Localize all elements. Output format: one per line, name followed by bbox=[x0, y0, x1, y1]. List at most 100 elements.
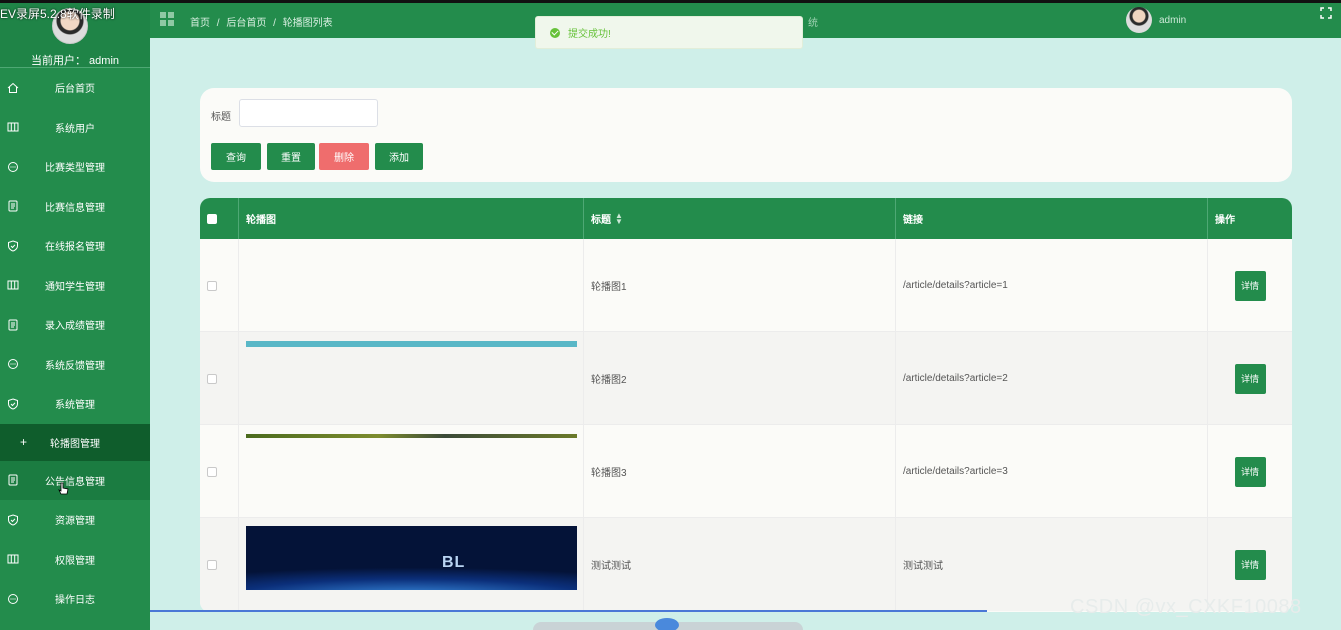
sidebar-item-system-users[interactable]: 系统用户 bbox=[0, 108, 150, 148]
row-select-cell bbox=[200, 332, 239, 425]
row-title: 轮播图1 bbox=[584, 239, 896, 332]
sidebar-item-match-types[interactable]: 比赛类型管理 bbox=[0, 147, 150, 187]
sidebar-item-label: 操作日志 bbox=[55, 595, 95, 607]
reset-button[interactable]: 重置 bbox=[267, 143, 315, 170]
table-row: 轮播图3 /article/details?article=3 详情 bbox=[200, 425, 1292, 518]
sidebar-item-label: 系统用户 bbox=[55, 123, 95, 135]
sidebar-item-label: 后台首页 bbox=[55, 84, 95, 96]
toast-message: 提交成功! bbox=[568, 29, 611, 40]
maximize-icon[interactable] bbox=[1319, 6, 1333, 20]
breadcrumb-home[interactable]: 首页 bbox=[190, 18, 210, 29]
header-username[interactable]: admin bbox=[1159, 15, 1186, 26]
sidebar-item-label: 系统反馈管理 bbox=[45, 360, 105, 372]
sidebar-item-registration[interactable]: 在线报名管理 bbox=[0, 226, 150, 266]
sidebar-item-label: 公告信息管理 bbox=[45, 476, 105, 488]
home-icon bbox=[7, 82, 19, 93]
row-checkbox[interactable] bbox=[207, 466, 217, 477]
detail-button[interactable]: 详情 bbox=[1234, 549, 1266, 580]
plus-icon: + bbox=[20, 435, 28, 449]
column-link: 链接 bbox=[896, 198, 1208, 239]
sidebar-item-resources[interactable]: 资源管理 bbox=[0, 500, 150, 540]
sidebar-item-scores[interactable]: 录入成绩管理 bbox=[0, 305, 150, 345]
carousel-image-cell bbox=[239, 239, 584, 332]
sidebar-item-carousel[interactable]: + 轮播图管理 bbox=[0, 423, 150, 461]
row-checkbox[interactable] bbox=[207, 559, 217, 570]
title-filter-label: 标题 bbox=[211, 112, 231, 123]
columns-icon bbox=[7, 122, 19, 132]
row-select-cell bbox=[200, 239, 239, 332]
sidebar-item-announcements[interactable]: 公告信息管理 bbox=[0, 460, 150, 500]
table-row: 轮播图1 /article/details?article=1 详情 bbox=[200, 239, 1292, 332]
sidebar-item-label: 资源管理 bbox=[55, 516, 95, 528]
breadcrumb-dashboard[interactable]: 后台首页 bbox=[226, 18, 266, 29]
columns-icon bbox=[7, 280, 19, 290]
select-all-checkbox[interactable] bbox=[207, 213, 217, 224]
current-user-label: 当前用户： admin bbox=[30, 55, 120, 67]
success-toast: 提交成功! bbox=[535, 16, 803, 49]
breadcrumb: 首页 / 后台首页 / 轮播图列表 bbox=[190, 14, 337, 29]
sidebar-item-label: 比赛类型管理 bbox=[45, 163, 105, 175]
detail-button[interactable]: 详情 bbox=[1234, 270, 1266, 301]
row-link: /article/details?article=2 bbox=[896, 332, 1208, 425]
check-circle-icon bbox=[550, 27, 560, 38]
search-panel: 标题 查询 重置 删除 添加 bbox=[200, 88, 1292, 182]
carousel-image-cell bbox=[239, 425, 584, 518]
row-link: /article/details?article=1 bbox=[896, 239, 1208, 332]
image-text: BL bbox=[442, 554, 466, 571]
sidebar-item-permissions[interactable]: 权限管理 bbox=[0, 540, 150, 580]
row-actions: 详情 bbox=[1208, 332, 1292, 425]
table-row: 轮播图2 /article/details?article=2 详情 bbox=[200, 332, 1292, 425]
sidebar-item-notify-students[interactable]: 通知学生管理 bbox=[0, 266, 150, 306]
carousel-image bbox=[246, 434, 577, 438]
chat-icon bbox=[8, 359, 18, 370]
sidebar-item-label: 系统管理 bbox=[55, 400, 95, 412]
shield-icon bbox=[8, 398, 18, 410]
row-checkbox[interactable] bbox=[207, 280, 217, 291]
table-header: 轮播图 标题 ▲ ▼ 链接 操作 bbox=[200, 198, 1292, 239]
row-title: 轮播图2 bbox=[584, 332, 896, 425]
detail-button[interactable]: 详情 bbox=[1234, 363, 1266, 394]
video-progress-bar[interactable] bbox=[150, 610, 987, 612]
sidebar-item-label: 通知学生管理 bbox=[45, 281, 105, 293]
row-actions: 详情 bbox=[1208, 239, 1292, 332]
mouse-cursor-icon bbox=[58, 482, 69, 495]
shield-icon bbox=[8, 514, 18, 526]
sidebar-item-home[interactable]: 后台首页 bbox=[0, 68, 150, 108]
row-select-cell bbox=[200, 518, 239, 611]
delete-button[interactable]: 删除 bbox=[319, 143, 369, 170]
sidebar-item-feedback[interactable]: 系统反馈管理 bbox=[0, 345, 150, 385]
detail-button[interactable]: 详情 bbox=[1234, 456, 1266, 487]
player-controls bbox=[533, 618, 803, 630]
watermark: CSDN @vx_CXKF10088 bbox=[1070, 596, 1302, 618]
add-button[interactable]: 添加 bbox=[375, 143, 423, 170]
sidebar-item-match-info[interactable]: 比赛信息管理 bbox=[0, 187, 150, 227]
sidebar-item-label: 比赛信息管理 bbox=[45, 202, 105, 214]
sidebar-item-label: 在线报名管理 bbox=[45, 242, 105, 254]
header-avatar[interactable] bbox=[1126, 7, 1152, 33]
sort-icon[interactable]: ▲ ▼ bbox=[615, 211, 623, 225]
document-icon bbox=[8, 200, 18, 212]
column-image: 轮播图 bbox=[239, 198, 584, 239]
query-button[interactable]: 查询 bbox=[211, 143, 261, 170]
play-icon[interactable] bbox=[655, 618, 679, 630]
columns-icon bbox=[7, 554, 19, 564]
sidebar-item-system[interactable]: 系统管理 bbox=[0, 384, 150, 424]
menu-grid-icon[interactable] bbox=[160, 12, 175, 27]
sidebar-item-label: 权限管理 bbox=[55, 555, 95, 567]
column-actions: 操作 bbox=[1215, 215, 1235, 226]
breadcrumb-current: 轮播图列表 bbox=[282, 18, 333, 29]
breadcrumb-separator: / bbox=[216, 18, 220, 29]
title-filter-input[interactable] bbox=[239, 99, 378, 127]
select-all-cell bbox=[200, 198, 239, 239]
row-checkbox[interactable] bbox=[207, 373, 217, 384]
row-title: 测试测试 bbox=[584, 518, 896, 611]
chat-icon bbox=[8, 161, 18, 172]
column-title[interactable]: 标题 ▲ ▼ bbox=[584, 198, 896, 239]
row-title: 轮播图3 bbox=[584, 425, 896, 518]
sidebar-item-operation-log[interactable]: 操作日志 bbox=[0, 579, 150, 619]
document-icon bbox=[8, 319, 18, 331]
sidebar-item-label: 录入成绩管理 bbox=[45, 321, 105, 333]
shield-icon bbox=[8, 240, 18, 252]
sidebar: 当前用户： admin 后台首页 系统用户 比赛类型管理 比赛信息管理 在线报名… bbox=[0, 0, 150, 630]
system-title: 统 bbox=[808, 18, 818, 29]
